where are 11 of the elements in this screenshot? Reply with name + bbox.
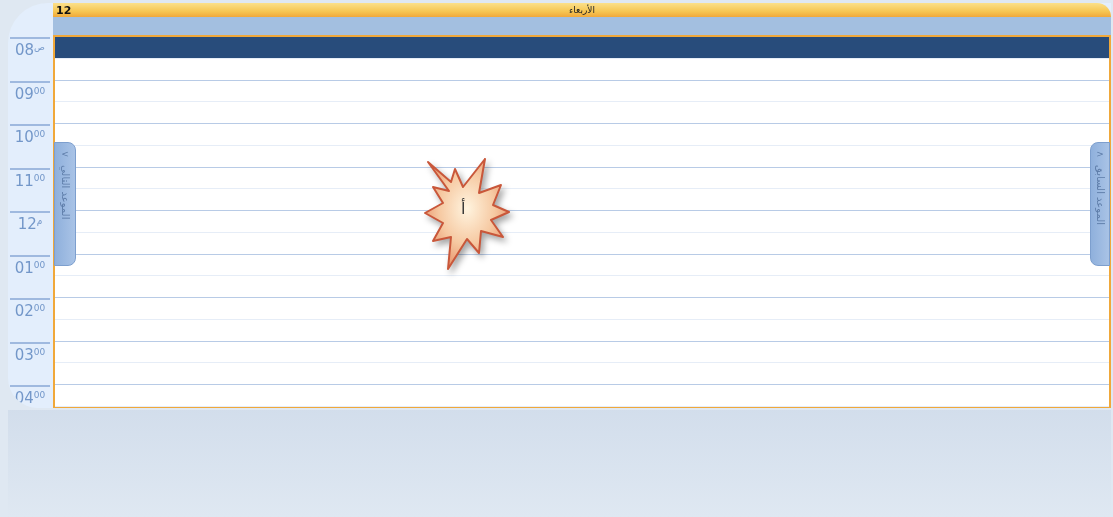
starburst-callout: أ xyxy=(423,157,513,272)
time-label: 03$^{00}$ xyxy=(10,341,50,364)
time-label: 02$^{00}$ xyxy=(10,298,50,320)
weekday-label: الأربعاء xyxy=(569,5,595,15)
time-label: 09$^{00}$ xyxy=(10,80,50,103)
time-label: 10$^{00}$ xyxy=(10,124,50,146)
time-label: 01$^{00}$ xyxy=(10,254,50,277)
date-number: 12 xyxy=(55,3,72,17)
previous-appointment-tab[interactable]: > الموعد السابق xyxy=(1090,142,1110,266)
time-label: 11$^{00}$ xyxy=(10,167,50,190)
selected-time-slot[interactable] xyxy=(55,37,1109,59)
